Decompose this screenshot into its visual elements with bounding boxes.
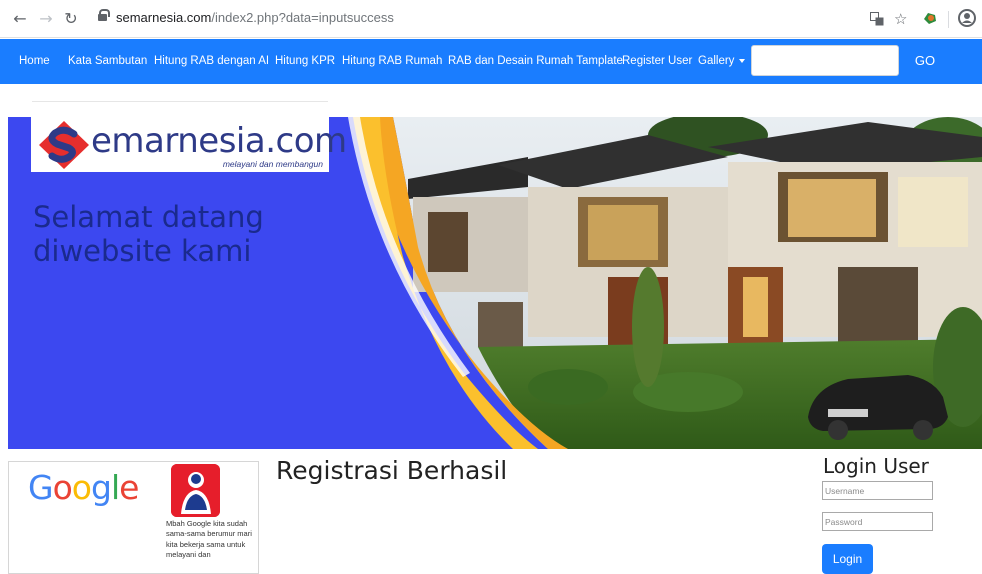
registration-success-title: Registrasi Berhasil (276, 456, 508, 485)
google-letter: l (110, 468, 120, 507)
browser-toolbar: ← → ↻ semarnesia.com/index2.php?data=inp… (0, 0, 982, 38)
password-field[interactable]: Password (822, 512, 933, 531)
username-field[interactable]: Username (822, 481, 933, 500)
nav-hitung-rab-rumah[interactable]: Hitung RAB Rumah (342, 55, 442, 67)
google-letter: e (119, 468, 139, 507)
google-letter: o (52, 468, 73, 507)
back-icon[interactable]: ← (10, 9, 30, 29)
caret-down-icon (739, 58, 746, 63)
welcome-heading: Selamat datang diwebsite kami (33, 200, 264, 268)
logo-text: emarnesia.com (91, 121, 347, 161)
nav-register-user[interactable]: Register User (622, 55, 692, 67)
login-title: Login User (823, 454, 929, 478)
ad-box: Google Mbah Google kita sudah sama-sama … (8, 461, 259, 574)
url-text: semarnesia.com/index2.php?data=inputsucc… (116, 10, 394, 25)
divider-line (32, 101, 328, 102)
google-letter: G (28, 468, 54, 507)
search-input[interactable] (751, 45, 899, 76)
nav-rab-desain-template[interactable]: RAB dan Desain Rumah Tamplate (448, 55, 623, 67)
google-letter: o (71, 468, 92, 507)
google-letter: g (90, 468, 112, 507)
nav-gallery-dropdown[interactable]: Gallery (698, 55, 746, 67)
star-icon[interactable]: ☆ (894, 10, 907, 28)
address-bar[interactable]: semarnesia.com/index2.php?data=inputsucc… (98, 7, 858, 31)
lock-icon (98, 9, 110, 23)
site-logo[interactable]: emarnesia.com melayani dan membangun (31, 117, 347, 172)
ad-text: Mbah Google kita sudah sama-sama berumur… (166, 519, 252, 560)
extension-icon[interactable] (922, 10, 938, 30)
logo-tagline: melayani dan membangun (222, 159, 323, 169)
url-domain: semarnesia.com (116, 10, 212, 25)
mbah-google-icon[interactable] (171, 464, 220, 517)
translate-icon[interactable] (870, 12, 884, 31)
url-path: /index2.php?data=inputsuccess (211, 10, 394, 25)
google-logo[interactable]: Google (28, 468, 139, 507)
nav-hitung-rab-ai[interactable]: Hitung RAB dengan AI (154, 55, 269, 67)
go-button[interactable]: GO (905, 45, 945, 76)
nav-home[interactable]: Home (19, 55, 50, 67)
logo-s-emblem-icon (39, 121, 89, 169)
forward-icon[interactable]: → (36, 9, 56, 29)
nav-gallery-label: Gallery (698, 55, 735, 67)
toolbar-divider (948, 11, 949, 28)
reload-icon[interactable]: ↻ (61, 9, 81, 29)
profile-icon[interactable] (958, 9, 976, 31)
login-button[interactable]: Login (822, 544, 873, 574)
nav-kata-sambutan[interactable]: Kata Sambutan (68, 55, 147, 67)
nav-hitung-kpr[interactable]: Hitung KPR (275, 55, 335, 67)
